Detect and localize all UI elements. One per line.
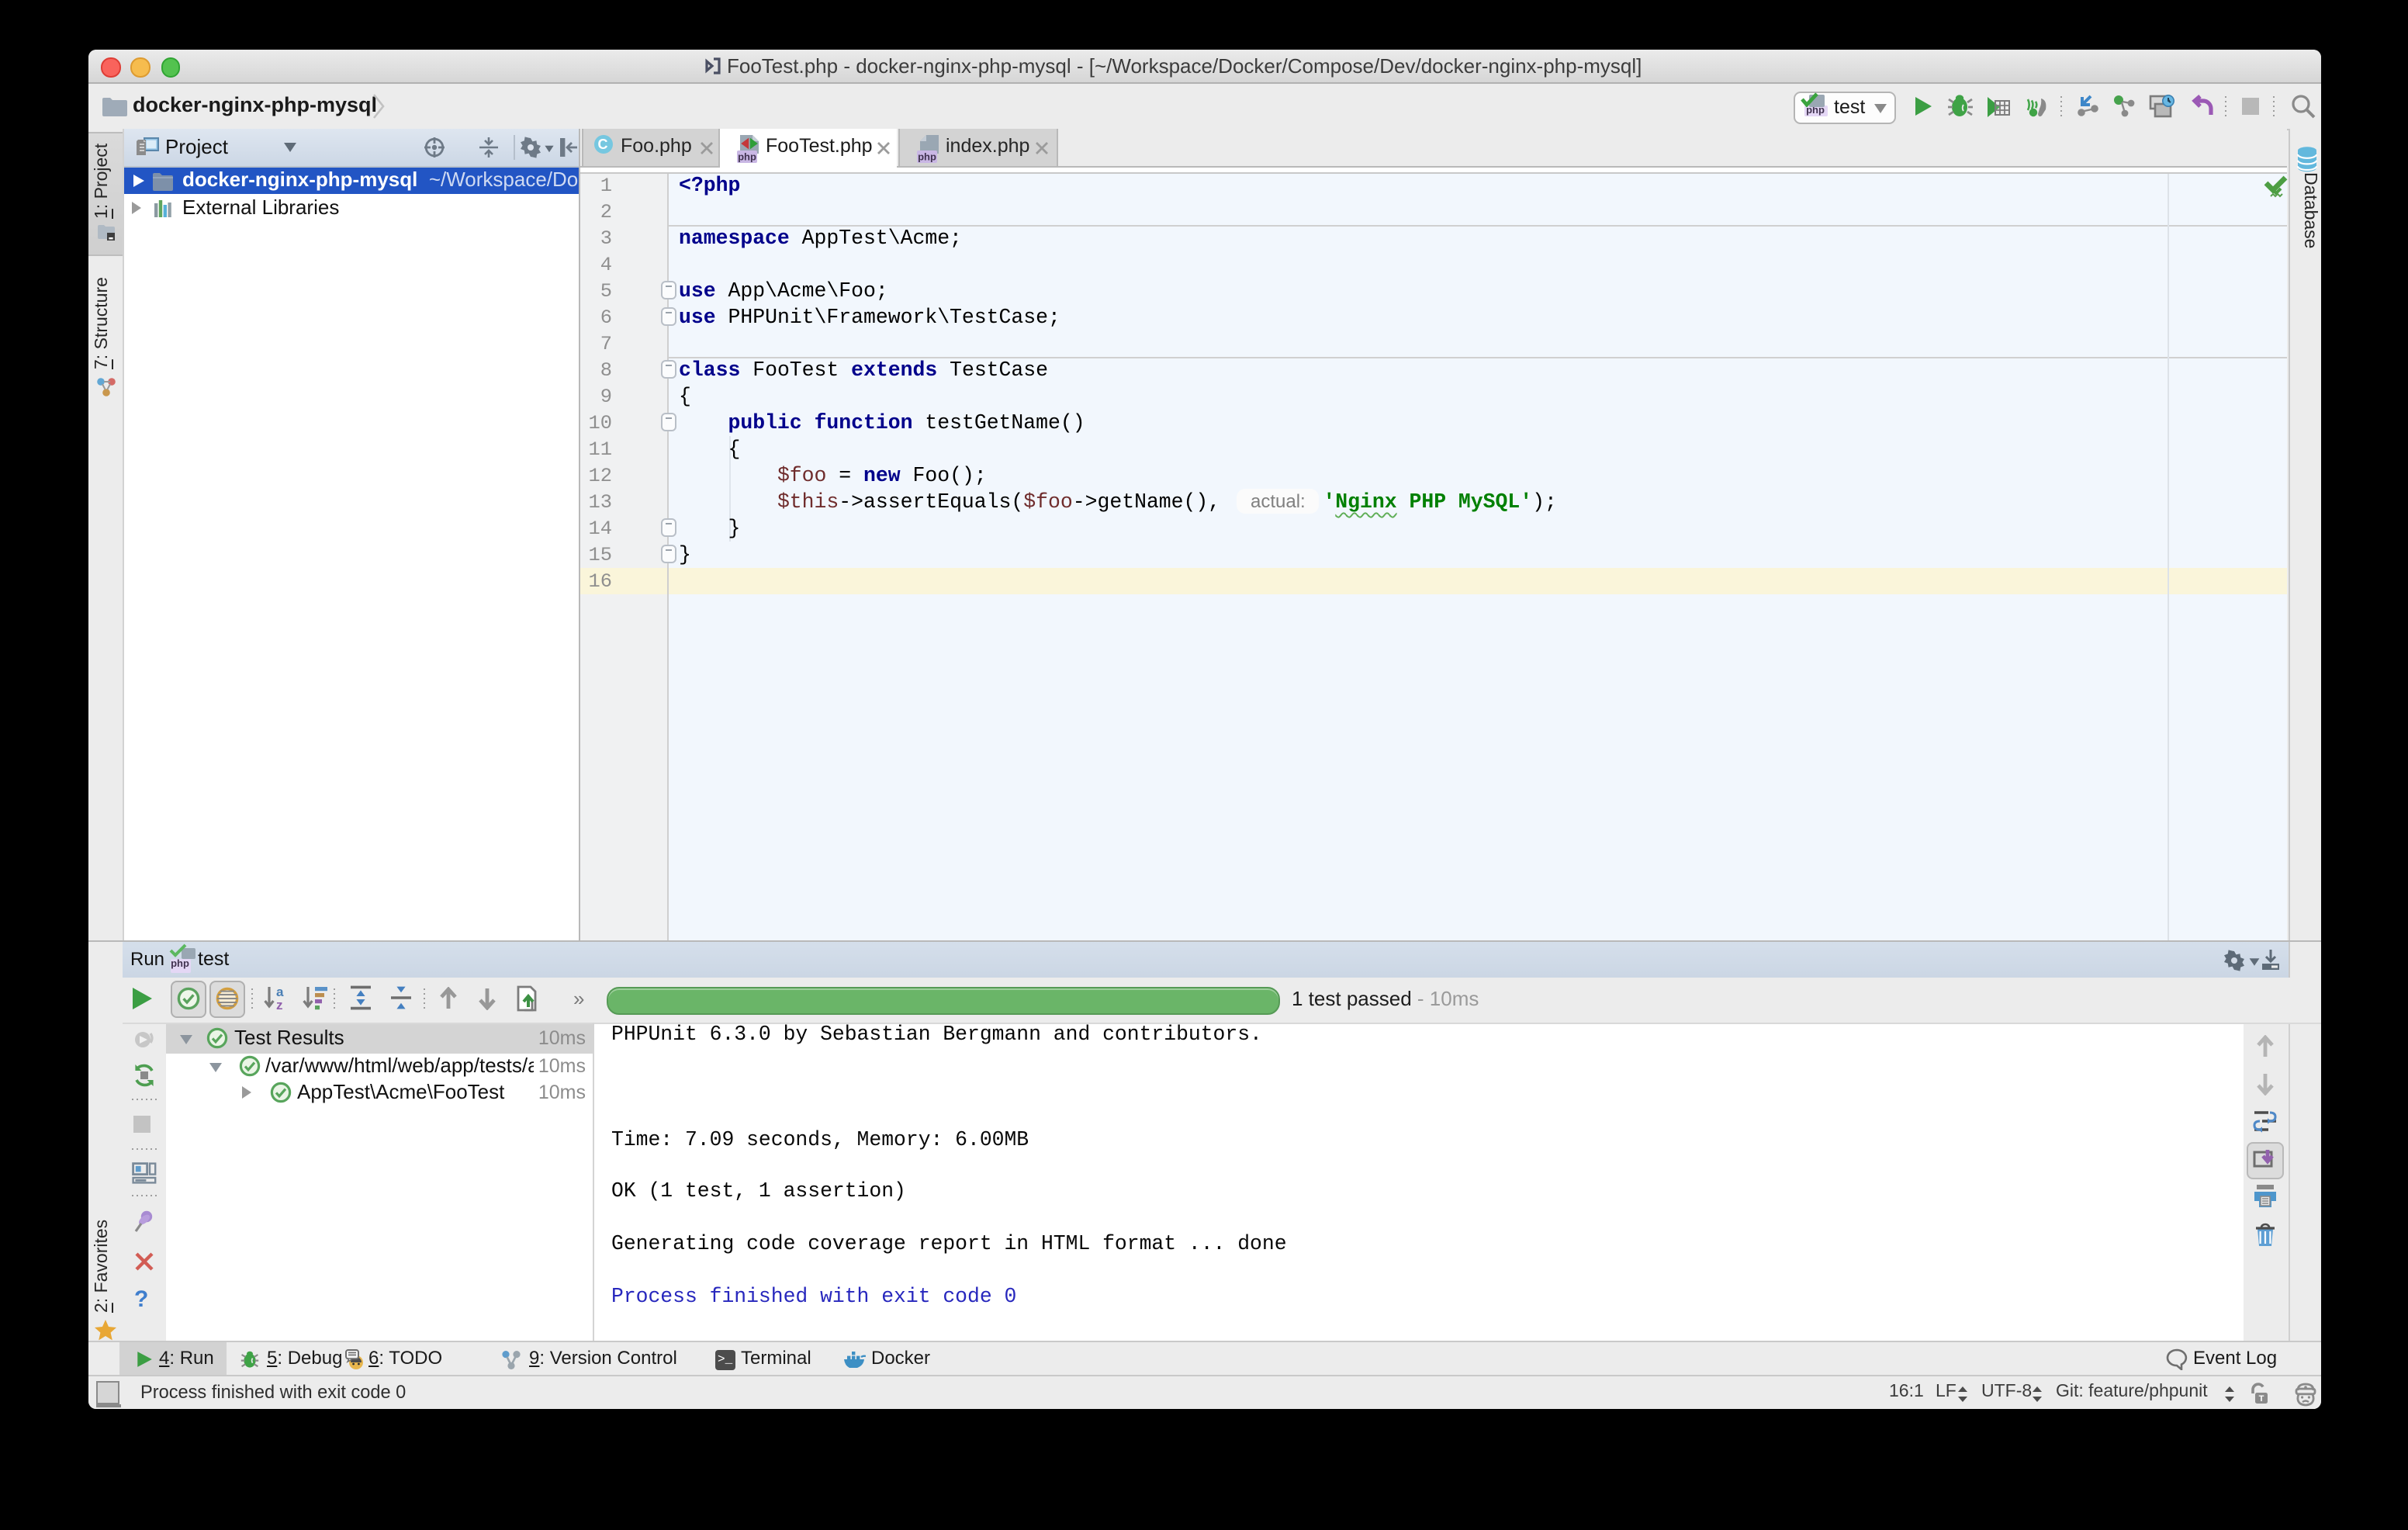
- svg-text:php: php: [737, 151, 756, 162]
- svg-text:z: z: [275, 998, 282, 1010]
- svg-text:php: php: [917, 151, 936, 162]
- svg-text:T: T: [2258, 1393, 2264, 1403]
